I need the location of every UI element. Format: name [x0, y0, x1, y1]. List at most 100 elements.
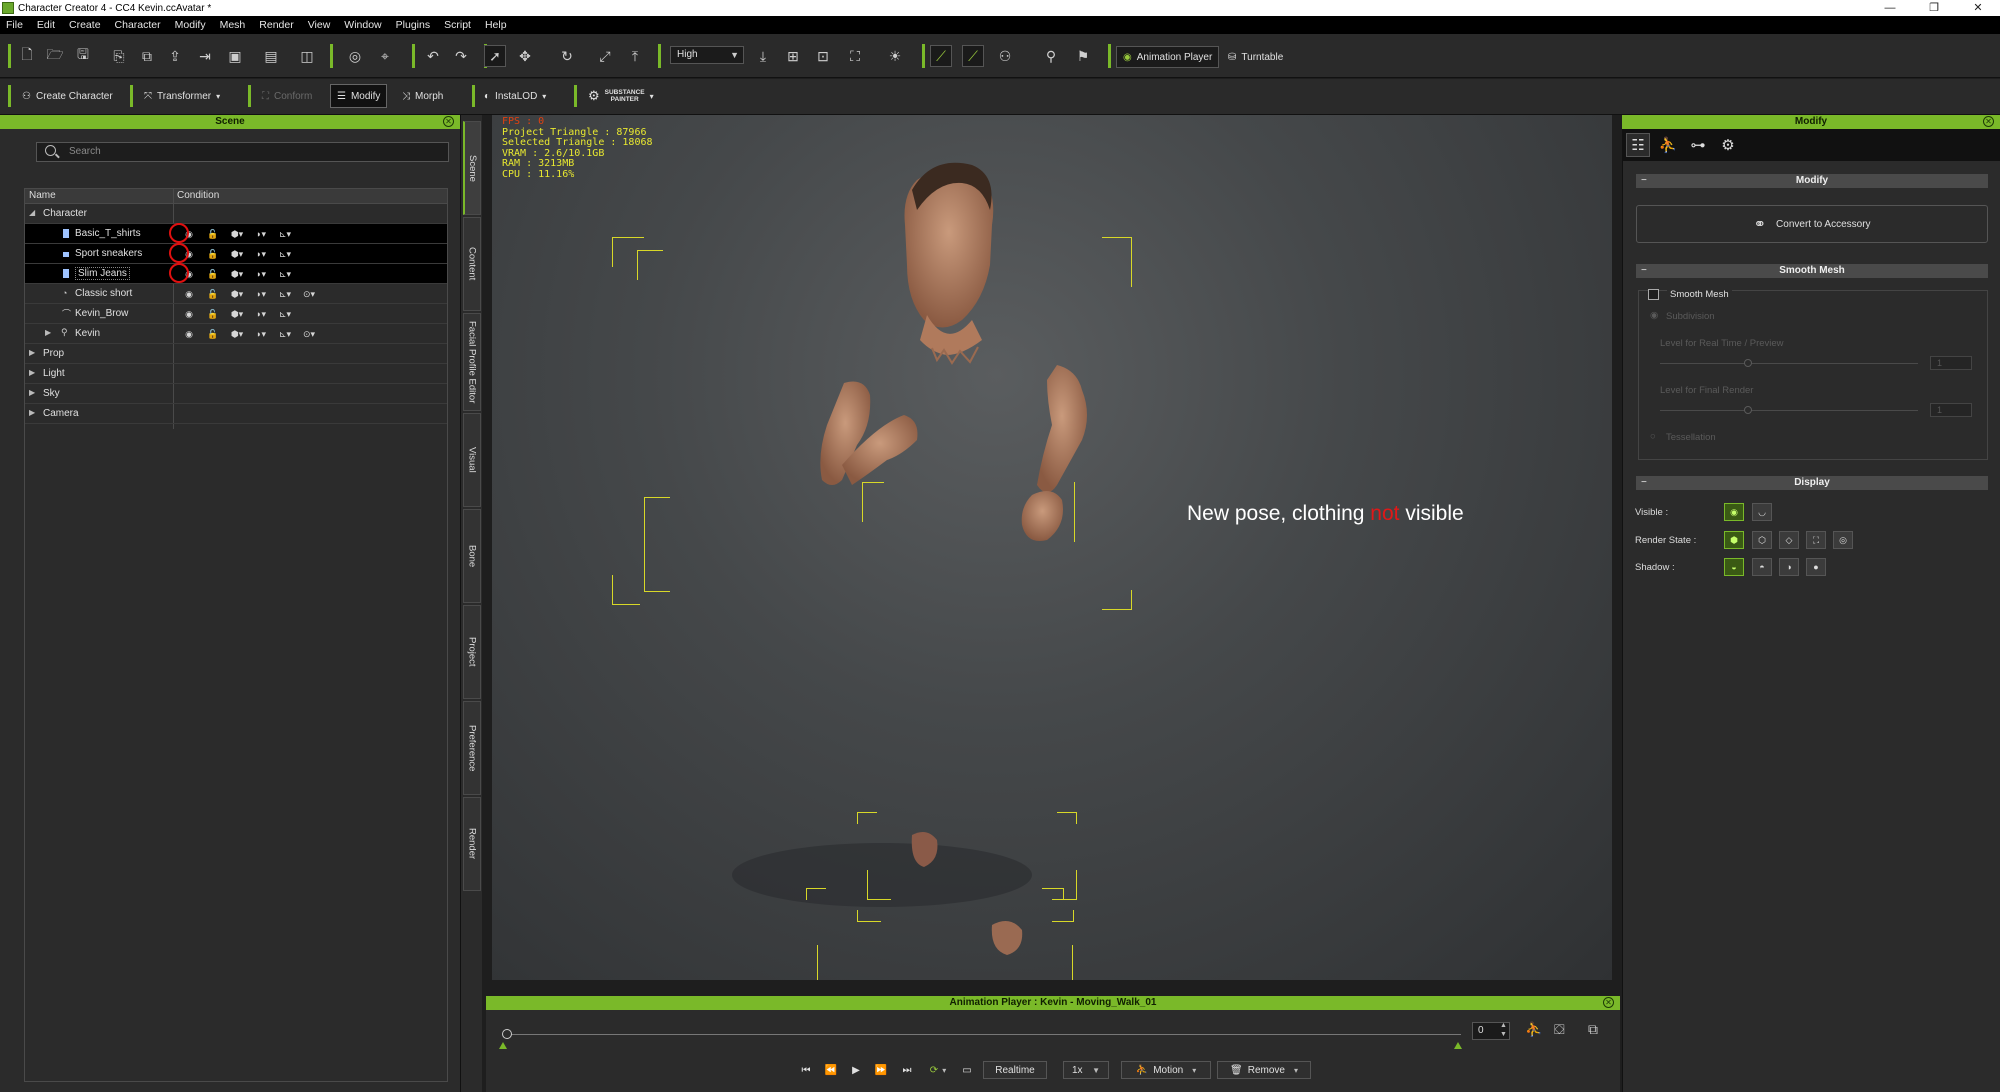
collapse-icon[interactable]: − [1641, 264, 1647, 278]
close-button[interactable]: ✕ [1956, 0, 2000, 16]
pose-icon[interactable]: ⊾▾ [273, 329, 297, 340]
shadow-icon[interactable]: ◗▾ [249, 329, 273, 340]
tree-row-classic-short[interactable]: ◔ Classic short ◉ 🔓 ⬢▾ ◗▾ ⊾▾ ⊙▾ [25, 284, 447, 304]
lock-icon[interactable]: 🔓 [201, 289, 225, 300]
menu-view[interactable]: View [301, 16, 338, 34]
export-icon[interactable]: ⇥ [194, 45, 216, 67]
level-realtime-slider-knob[interactable] [1744, 359, 1752, 367]
render-output-icon[interactable]: ◫ [296, 45, 318, 67]
expand-arrow-icon[interactable]: ▶ [29, 408, 35, 417]
merge-icon[interactable]: ⧉ [136, 45, 158, 67]
shadow-icon[interactable]: ◗▾ [249, 229, 273, 240]
level-final-input[interactable]: 1 [1930, 403, 1972, 417]
tab-content[interactable]: Content [463, 217, 481, 311]
render-icon[interactable]: ⬢▾ [225, 249, 249, 260]
render-bounding-icon[interactable]: ⛶ [1806, 531, 1826, 549]
render-icon[interactable]: ⬢▾ [225, 229, 249, 240]
motion-tab-icon[interactable]: ⛹ [1656, 133, 1680, 157]
animation-player-button[interactable]: ◉ Animation Player [1116, 46, 1220, 68]
loop-icon[interactable]: ⟳ ▾ [925, 1061, 951, 1079]
speed-dropdown[interactable]: 1x ▼ [1063, 1061, 1109, 1079]
level-final-slider-track[interactable] [1660, 410, 1918, 411]
tab-visual[interactable]: Visual [463, 413, 481, 507]
fbx-export-icon[interactable]: ▤ [260, 45, 282, 67]
go-to-start-icon[interactable]: ⏮ [798, 1061, 814, 1079]
tree-row-sky[interactable]: ▶ Sky [25, 384, 447, 404]
window-icon[interactable]: ⧉ [1588, 1021, 1598, 1038]
select-arrow-icon[interactable]: ➚ [484, 45, 506, 67]
level-realtime-slider-track[interactable] [1660, 363, 1918, 364]
render-xray-icon[interactable]: ◎ [1833, 531, 1853, 549]
section-display-header[interactable]: − Display [1636, 476, 1988, 490]
lock-icon[interactable]: 🔓 [201, 309, 225, 320]
lock-icon[interactable]: 🔓 [201, 269, 225, 280]
subdivision-radio-icon[interactable]: ◉ [1650, 310, 1658, 321]
redo-icon[interactable]: ↷ [450, 45, 472, 67]
shadow-receive-icon[interactable]: ◑ [1779, 558, 1799, 576]
tree-row-prop[interactable]: ▶ Prop [25, 344, 447, 364]
pick-icon[interactable]: ⌖ [374, 45, 396, 67]
shadow-icon[interactable]: ◗▾ [249, 249, 273, 260]
render-icon[interactable]: ⬢▾ [225, 269, 249, 280]
section-smooth-header[interactable]: − Smooth Mesh [1636, 264, 1988, 278]
previous-frame-icon[interactable]: ⏪ [823, 1061, 839, 1079]
render-smooth-icon[interactable]: ⬡ [1752, 531, 1772, 549]
menu-edit[interactable]: Edit [30, 16, 62, 34]
tree-row-light[interactable]: ▶ Light [25, 364, 447, 384]
camera-view-icon[interactable]: ⛶ [844, 45, 866, 67]
render-icon[interactable]: ⬢▾ [225, 329, 249, 340]
play-icon[interactable]: ▶ [848, 1061, 864, 1079]
next-frame-icon[interactable]: ⏩ [873, 1061, 889, 1079]
scale-icon[interactable]: ⤢ [594, 45, 616, 67]
tree-row-slim-jeans[interactable]: Slim Jeans ◉ 🔓 ⬢▾ ◗▾ ⊾▾ [25, 263, 447, 284]
bone-display-icon[interactable]: ⟋ [930, 45, 952, 67]
menu-create[interactable]: Create [62, 16, 108, 34]
render-icon[interactable]: ⬢▾ [225, 289, 249, 300]
render-wire-icon[interactable]: ◇ [1779, 531, 1799, 549]
eye-icon[interactable]: ◉ [177, 289, 201, 300]
frame-all-icon[interactable]: ⊞ [782, 45, 804, 67]
shadow-cast-receive-icon[interactable]: ◒ [1724, 558, 1744, 576]
timeline-playhead[interactable] [502, 1029, 512, 1039]
target-icon[interactable]: ⊙▾ [297, 329, 321, 340]
visible-on-icon[interactable]: ◉ [1724, 503, 1744, 521]
tab-scene[interactable]: Scene [463, 121, 481, 215]
render-icon[interactable]: ⬢▾ [225, 309, 249, 320]
pose-icon[interactable]: ⊾▾ [273, 229, 297, 240]
tab-render[interactable]: Render [463, 797, 481, 891]
render-solid-icon[interactable]: ⬢ [1724, 531, 1744, 549]
tab-facial-profile-editor[interactable]: Facial Profile Editor [463, 313, 481, 411]
expand-arrow-icon[interactable]: ▶ [29, 388, 35, 397]
tree-row-kevin-brow[interactable]: ⌒ Kevin_Brow ◉ 🔓 ⬢▾ ◗▾ ⊾▾ [25, 304, 447, 324]
menu-plugins[interactable]: Plugins [389, 16, 437, 34]
expand-arrow-icon[interactable]: ▶ [29, 368, 35, 377]
expand-arrow-icon[interactable]: ▶ [29, 348, 35, 357]
collapse-icon[interactable]: − [1641, 174, 1647, 188]
tree-row-kevin[interactable]: ▶ ⚲ Kevin ◉ 🔓 ⬢▾ ◗▾ ⊾▾ ⊙▾ [25, 324, 447, 344]
column-header-condition[interactable]: Condition [177, 190, 219, 201]
pose-icon[interactable]: ⊾▾ [273, 309, 297, 320]
substance-painter-button[interactable]: ⚙ SUBSTANCE PAINTER ▾ [582, 84, 660, 108]
minimize-button[interactable]: — [1868, 0, 1912, 16]
eye-icon[interactable]: ◉ [177, 309, 201, 320]
tree-row-basic-t-shirts[interactable]: Basic_T_shirts ◉ 🔓 ⬢▾ ◗▾ ⊾▾ [25, 223, 447, 244]
import-icon[interactable]: ⎘ [108, 45, 130, 67]
column-header-name[interactable]: Name [29, 190, 56, 201]
shadow-icon[interactable]: ◗▾ [249, 289, 273, 300]
pose-icon[interactable]: ⚲ [1040, 45, 1062, 67]
open-folder-icon[interactable]: 🗁 [44, 45, 66, 67]
scene-search-input[interactable]: Search [36, 142, 449, 162]
instalod-button[interactable]: ◐ InstaLOD ▾ [478, 84, 552, 108]
shadow-cast-icon[interactable]: ◓ [1752, 558, 1772, 576]
lock-icon[interactable]: 🔓 [201, 249, 225, 260]
light-icon[interactable]: ☀ [884, 45, 906, 67]
tree-row-camera[interactable]: ▶ Camera [25, 404, 447, 424]
physics-tab-icon[interactable]: ⚙ [1716, 133, 1740, 157]
global-icon[interactable]: ◎ [344, 45, 366, 67]
timeline-track[interactable] [507, 1034, 1461, 1035]
tree-row-sport-sneakers[interactable]: Sport sneakers ◉ 🔓 ⬢▾ ◗▾ ⊾▾ [25, 243, 447, 264]
new-file-icon[interactable]: 🗋 [16, 45, 38, 67]
close-icon[interactable]: ✕ [1603, 997, 1614, 1008]
menu-mesh[interactable]: Mesh [213, 16, 253, 34]
tree-row-character[interactable]: ◢ Character [25, 204, 447, 224]
